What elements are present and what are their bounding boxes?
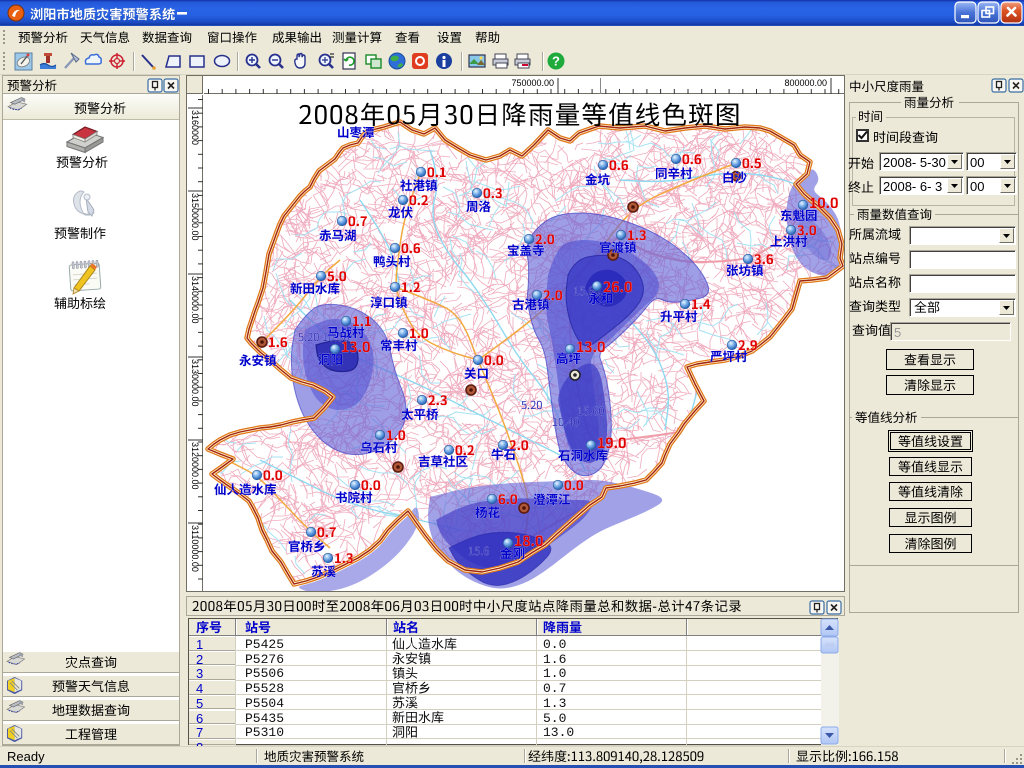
svg-text:3160000: 3160000 (190, 110, 200, 145)
svg-text:?: ? (552, 54, 560, 69)
svg-text:3130000.00: 3130000.00 (190, 359, 200, 407)
svg-text:750000.00: 750000.00 (511, 78, 554, 88)
svg-text:3150000.00: 3150000.00 (190, 193, 200, 241)
svg-text:3140000.00: 3140000.00 (190, 276, 200, 324)
svg-text:3120000.00: 3120000.00 (190, 442, 200, 490)
svg-text:3110000.00: 3110000.00 (190, 525, 200, 572)
svg-text:800000.00: 800000.00 (784, 78, 827, 88)
